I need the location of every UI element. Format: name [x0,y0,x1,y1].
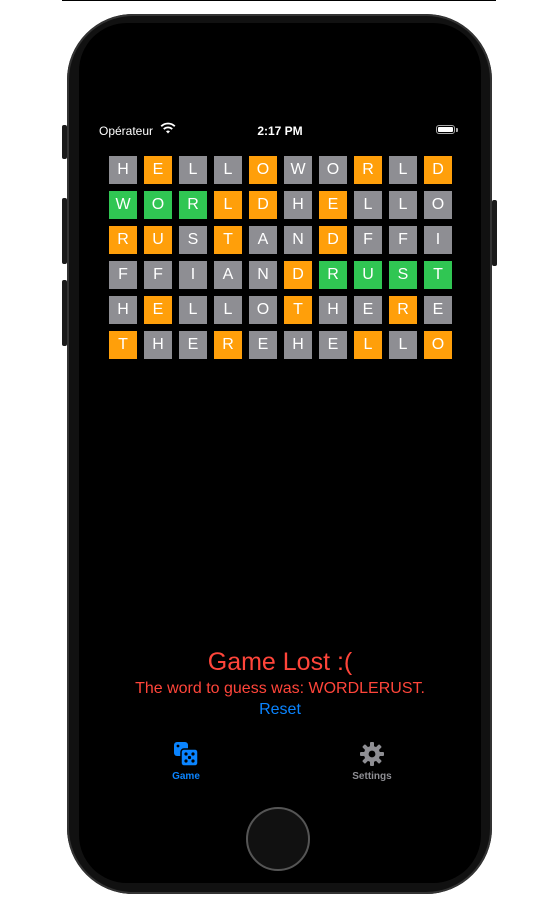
top-divider [62,0,496,1]
letter-tile-correct: U [354,261,382,289]
letter-tile-present: R [109,226,137,254]
letter-tile-present: E [144,156,172,184]
dice-icon [173,741,199,767]
tab-settings[interactable]: Settings [322,735,422,782]
letter-tile-present: R [389,296,417,324]
reset-button[interactable]: Reset [79,701,481,719]
letter-tile-present: T [284,296,312,324]
letter-tile-correct: S [389,261,417,289]
letter-tile-present: D [424,156,452,184]
letter-tile-absent: H [284,191,312,219]
letter-tile-absent: A [214,261,242,289]
letter-tile-absent: L [214,156,242,184]
volume-up-button [62,198,67,264]
letter-tile-correct: R [319,261,347,289]
status-time: 2:17 PM [257,124,303,138]
letter-tile-correct: R [179,191,207,219]
letter-tile-absent: F [354,226,382,254]
letter-tile-present: O [249,156,277,184]
home-button[interactable] [246,807,310,871]
letter-tile-absent: A [249,226,277,254]
tab-bar: Game Settings [79,735,481,795]
game-board: HELLOWORLDWORLDHELLORUSTANDFFIFFIANDRUST… [109,156,452,359]
tab-game-label: Game [172,771,200,782]
letter-tile-present: L [214,191,242,219]
result-message: The word to guess was: WORDLERUST. [135,680,425,697]
letter-tile-absent: E [424,296,452,324]
letter-tile-absent: L [179,296,207,324]
letter-tile-absent: E [179,331,207,359]
letter-tile-present: E [144,296,172,324]
letter-tile-absent: F [389,226,417,254]
tab-settings-label: Settings [352,771,392,782]
letter-tile-absent: W [284,156,312,184]
letter-tile-absent: I [179,261,207,289]
power-button [492,200,497,266]
letter-tile-absent: H [144,331,172,359]
letter-tile-absent: E [249,331,277,359]
letter-tile-absent: N [249,261,277,289]
letter-tile-absent: H [109,296,137,324]
letter-tile-absent: S [179,226,207,254]
letter-tile-absent: L [354,191,382,219]
letter-tile-absent: H [109,156,137,184]
letter-tile-absent: L [389,331,417,359]
letter-tile-present: R [354,156,382,184]
letter-tile-absent: F [109,261,137,289]
gear-icon [359,741,385,767]
battery-icon [436,125,458,134]
letter-tile-absent: E [319,331,347,359]
app-screen: Opérateur 2:17 PM HELLOWORLDWORLDHELLORU… [79,23,481,883]
letter-tile-absent: H [284,331,312,359]
letter-tile-present: T [109,331,137,359]
letter-tile-correct: T [424,261,452,289]
letter-tile-absent: L [214,296,242,324]
mute-switch [62,125,67,159]
letter-tile-absent: L [389,191,417,219]
volume-down-button [62,280,67,346]
letter-tile-absent: L [389,156,417,184]
letter-tile-present: D [319,226,347,254]
letter-tile-absent: O [249,296,277,324]
letter-tile-present: T [214,226,242,254]
letter-tile-present: U [144,226,172,254]
letter-tile-absent: I [424,226,452,254]
letter-tile-present: R [214,331,242,359]
letter-tile-present: L [354,331,382,359]
letter-tile-absent: H [319,296,347,324]
status-bar: Opérateur 2:17 PM [79,121,481,141]
letter-tile-absent: L [179,156,207,184]
letter-tile-absent: F [144,261,172,289]
letter-tile-correct: W [109,191,137,219]
letter-tile-present: D [284,261,312,289]
letter-tile-present: D [249,191,277,219]
letter-tile-present: E [319,191,347,219]
tab-game[interactable]: Game [136,735,236,782]
letter-tile-present: O [424,331,452,359]
result-title: Game Lost :( [207,648,353,676]
letter-tile-absent: O [424,191,452,219]
letter-tile-absent: N [284,226,312,254]
letter-tile-absent: E [354,296,382,324]
letter-tile-correct: O [144,191,172,219]
letter-tile-absent: O [319,156,347,184]
